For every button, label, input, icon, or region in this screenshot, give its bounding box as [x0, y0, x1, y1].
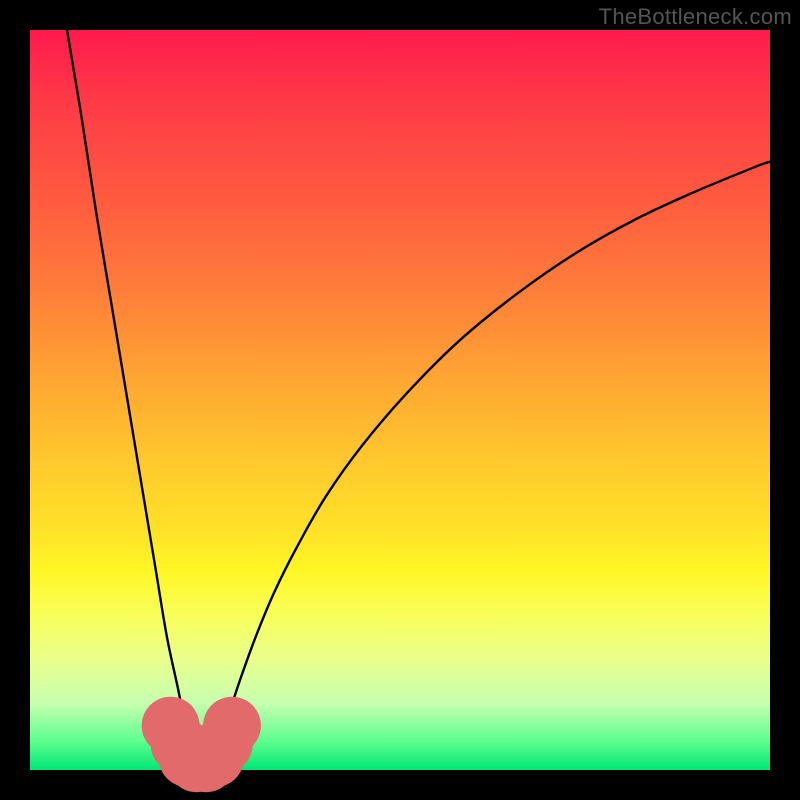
curve-right-curve [210, 162, 770, 766]
chart-svg [30, 30, 770, 770]
watermark-text: TheBottleneck.com [599, 4, 792, 30]
valley-marker-7 [203, 697, 261, 755]
plot-area [30, 30, 770, 770]
curve-left-curve [67, 30, 198, 766]
chart-frame: TheBottleneck.com [0, 0, 800, 800]
